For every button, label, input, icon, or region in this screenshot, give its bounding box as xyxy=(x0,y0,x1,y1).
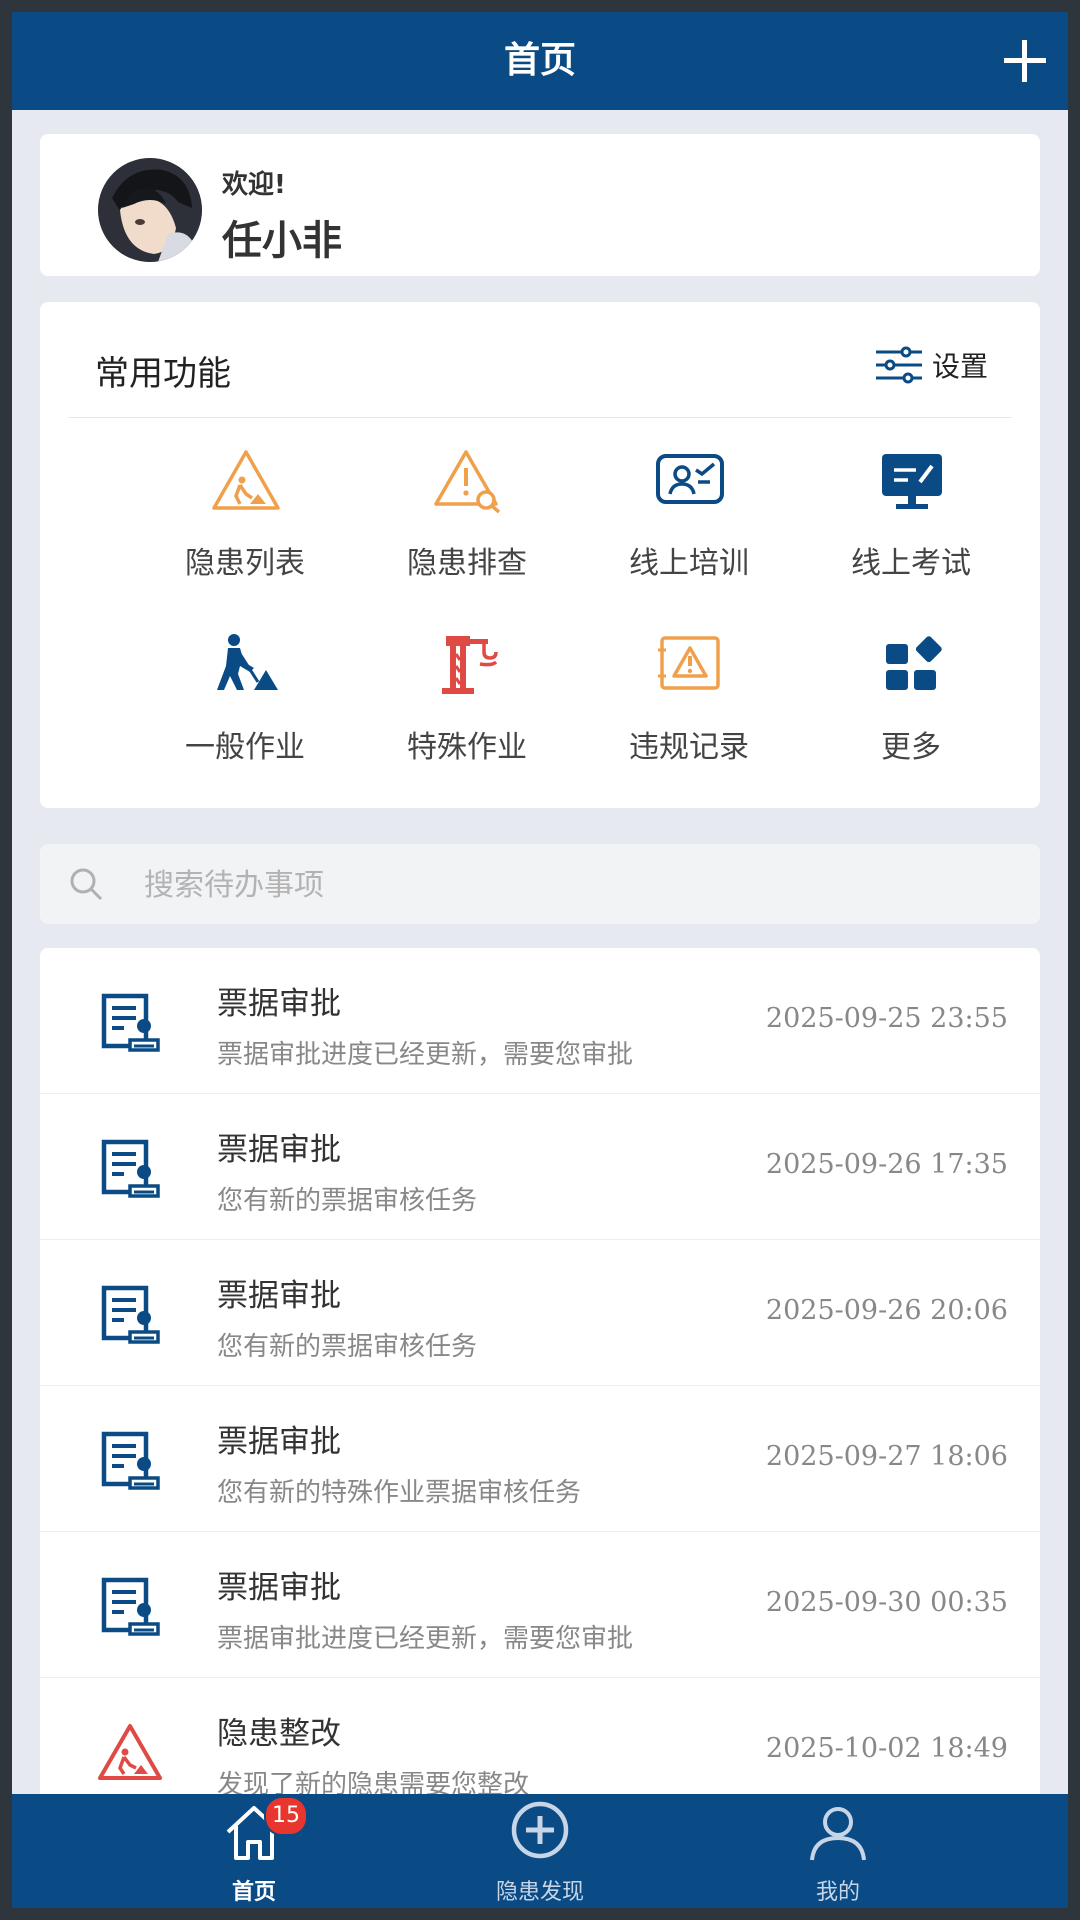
todo-subtitle: 票据审批进度已经更新，需要您审批 xyxy=(217,1040,634,1070)
warning-worker-icon xyxy=(212,450,280,510)
todo-time: 2025-09-26 20:06 xyxy=(765,1295,1008,1326)
tab-label: 首页 xyxy=(231,1880,276,1905)
function-special-work[interactable]: 特殊作业 xyxy=(356,630,578,780)
todo-item[interactable]: 票据审批您有新的票据审核任务 2025-09-26 20:06 xyxy=(40,1240,1040,1386)
todo-subtitle: 您有新的票据审核任务 xyxy=(217,1186,478,1216)
function-label: 隐患排查 xyxy=(407,546,527,581)
todo-title: 票据审批 xyxy=(217,986,341,1022)
training-icon xyxy=(656,454,724,504)
bottom-tab-bar: 15 首页 隐患发现 我的 xyxy=(12,1794,1068,1908)
todo-time: 2025-10-02 18:49 xyxy=(765,1733,1008,1764)
violation-icon xyxy=(658,636,720,690)
function-hazard-check[interactable]: 隐患排查 xyxy=(356,446,578,596)
function-label: 特殊作业 xyxy=(407,730,527,765)
function-hazard-list[interactable]: 隐患列表 xyxy=(134,446,356,596)
function-online-exam[interactable]: 线上考试 xyxy=(800,446,1022,596)
app-header: 首页 xyxy=(12,12,1068,110)
todo-item[interactable]: 票据审批您有新的票据审核任务 2025-09-26 17:35 xyxy=(40,1094,1040,1240)
section-title: 常用功能 xyxy=(95,354,231,394)
crane-icon xyxy=(442,636,498,694)
warning-search-icon xyxy=(434,450,501,514)
function-label: 隐患列表 xyxy=(185,546,305,581)
user-icon xyxy=(810,1807,866,1861)
function-online-training[interactable]: 线上培训 xyxy=(578,446,800,596)
notification-badge: 15 xyxy=(264,1796,308,1836)
todo-title: 票据审批 xyxy=(217,1278,341,1314)
avatar[interactable] xyxy=(98,158,202,262)
todo-item[interactable]: 票据审批票据审批进度已经更新，需要您审批 2025-09-25 23:55 xyxy=(40,948,1040,1094)
document-approval-icon xyxy=(101,993,160,1052)
plus-circle-icon xyxy=(511,1801,569,1859)
function-more[interactable]: 更多 xyxy=(800,630,1022,780)
settings-label: 设置 xyxy=(931,350,988,383)
function-violation-record[interactable]: 违规记录 xyxy=(578,630,800,780)
todo-title: 票据审批 xyxy=(217,1424,341,1460)
todo-subtitle: 票据审批进度已经更新，需要您审批 xyxy=(217,1624,634,1654)
todo-time: 2025-09-25 23:55 xyxy=(765,1003,1008,1034)
tab-home[interactable]: 15 首页 xyxy=(154,1794,354,1908)
search-bar xyxy=(40,844,1040,926)
common-functions-card: 常用功能 设置 隐患列表 隐患排查 线上培训 线上考试 一般作业 特殊作业 违规… xyxy=(40,302,1040,808)
todo-subtitle: 您有新的票据审核任务 xyxy=(217,1332,478,1362)
app-screen: 首页 欢迎! 任小非 常用功能 设置 隐患列表 隐患排查 线上培训 线上考试 一… xyxy=(12,12,1068,1908)
tab-label: 我的 xyxy=(815,1880,860,1905)
function-label: 违规记录 xyxy=(629,730,749,765)
todo-time: 2025-09-27 18:06 xyxy=(765,1441,1008,1472)
todo-time: 2025-09-30 00:35 xyxy=(765,1587,1008,1618)
user-name: 任小非 xyxy=(222,218,342,264)
todo-list: 票据审批 票据审批进度已经更新，需要您审批 2025-09-25 23:55 票据审批… xyxy=(40,948,1040,1908)
function-general-work[interactable]: 一般作业 xyxy=(134,630,356,780)
function-label: 线上培训 xyxy=(629,546,749,581)
function-label: 一般作业 xyxy=(185,730,305,765)
settings-button[interactable]: 设置 xyxy=(874,342,988,388)
todo-subtitle: 您有新的特殊作业票据审核任务 xyxy=(217,1478,582,1508)
welcome-greeting: 欢迎! xyxy=(222,170,286,200)
document-approval-icon xyxy=(101,1431,160,1490)
divider xyxy=(68,417,1012,418)
exam-monitor-icon xyxy=(882,454,942,509)
more-grid-icon xyxy=(886,636,942,690)
todo-title: 隐患整改 xyxy=(217,1716,341,1752)
document-approval-icon xyxy=(101,1139,160,1198)
function-label: 更多 xyxy=(881,730,941,765)
todo-item[interactable]: 票据审批票据审批进度已经更新，需要您审批 2025-09-30 00:35 xyxy=(40,1532,1040,1678)
document-approval-icon xyxy=(101,1285,160,1344)
welcome-card: 欢迎! 任小非 xyxy=(40,134,1040,276)
todo-title: 票据审批 xyxy=(217,1570,341,1606)
todo-time: 2025-09-26 17:35 xyxy=(765,1149,1008,1180)
function-label: 线上考试 xyxy=(851,546,971,581)
page-title: 首页 xyxy=(503,40,576,81)
todo-title: 票据审批 xyxy=(217,1132,341,1168)
tab-label: 隐患发现 xyxy=(495,1880,584,1905)
tab-hazard-discovery[interactable]: 隐患发现 xyxy=(440,1794,640,1908)
hazard-warning-icon xyxy=(98,1724,162,1780)
worker-shovel-icon xyxy=(217,634,278,690)
sliders-icon xyxy=(875,346,922,384)
plus-icon[interactable] xyxy=(998,34,1052,88)
todo-item[interactable]: 票据审批您有新的特殊作业票据审核任务 2025-09-27 18:06 xyxy=(40,1386,1040,1532)
search-icon xyxy=(70,868,103,901)
search-input[interactable] xyxy=(142,844,1006,926)
tab-profile[interactable]: 我的 xyxy=(738,1794,938,1908)
document-approval-icon xyxy=(101,1577,160,1636)
